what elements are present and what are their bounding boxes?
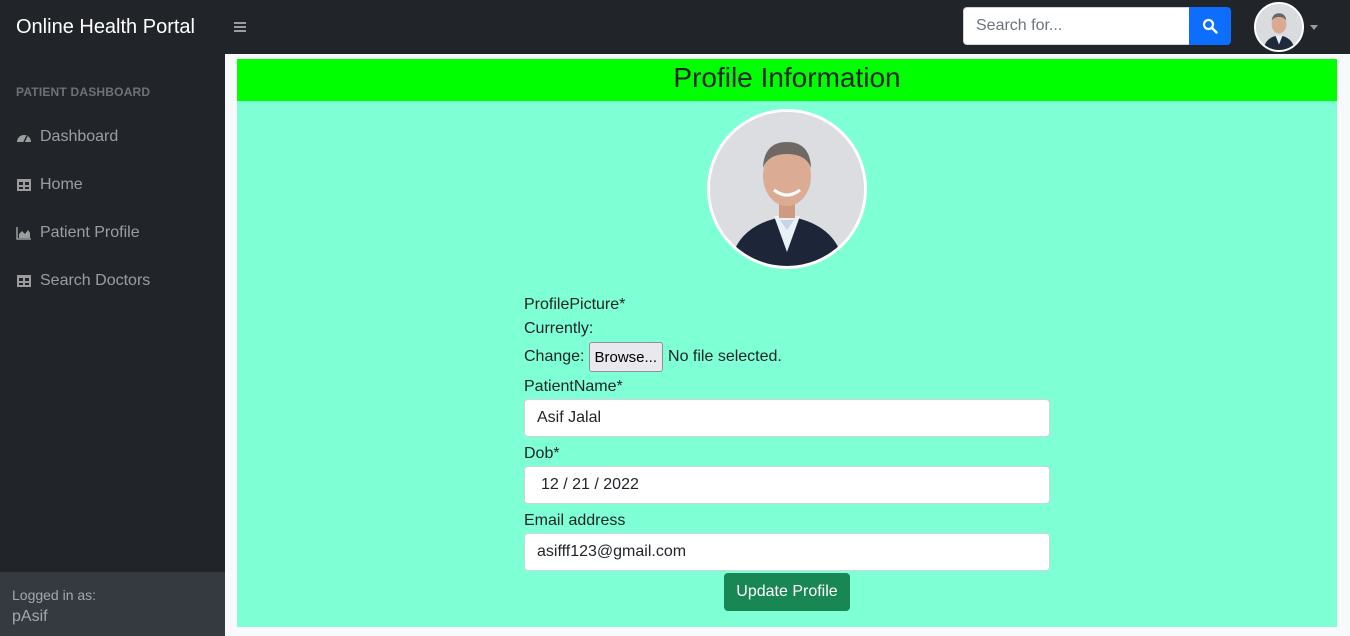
sidebar-item-label: Dashboard (40, 128, 119, 145)
no-file-text: No file selected. (668, 348, 782, 365)
area-chart-icon (16, 226, 32, 240)
email-field[interactable]: asifff123@gmail.com (524, 533, 1050, 571)
search-button[interactable] (1189, 7, 1231, 45)
sidebar-item-label: Patient Profile (40, 224, 140, 241)
sidebar-toggle-button[interactable] (225, 0, 255, 54)
profile-picture (707, 109, 867, 269)
top-navbar: Online Health Portal (0, 0, 1350, 54)
avatar (1254, 2, 1304, 52)
logged-in-username: pAsif (12, 608, 48, 625)
dob-label: Dob* (524, 445, 560, 462)
page-title: Profile Information (237, 59, 1337, 101)
file-change-row: Change: Browse... No file selected. (524, 342, 1050, 372)
table-icon (16, 178, 32, 192)
chevron-down-icon (1310, 24, 1318, 30)
currently-label: Currently: (524, 320, 594, 337)
profile-picture-label: ProfilePicture* (524, 296, 626, 313)
email-label: Email address (524, 512, 626, 529)
profile-form: ProfilePicture* Currently: Change: Brows… (524, 295, 1050, 578)
patient-name-label: PatientName* (524, 378, 623, 395)
browse-button[interactable]: Browse... (588, 342, 664, 372)
table-icon (16, 274, 32, 288)
sidebar-item-dashboard[interactable]: Dashboard (16, 128, 118, 146)
sidebar-item-search-doctors[interactable]: Search Doctors (16, 272, 150, 290)
user-menu-dropdown[interactable] (1254, 2, 1318, 52)
sidebar: PATIENT DASHBOARD Dashboard Home Patient… (0, 54, 225, 636)
search-form (963, 7, 1231, 45)
sidebar-item-patient-profile[interactable]: Patient Profile (16, 224, 140, 242)
brand-title[interactable]: Online Health Portal (0, 16, 225, 39)
profile-card: Profile Information ProfilePicture* Curr… (237, 59, 1337, 627)
tachometer-icon (16, 130, 32, 144)
search-icon (1202, 18, 1218, 34)
sidebar-footer: Logged in as: pAsif (0, 572, 225, 636)
dob-field[interactable]: 12 / 21 / 2022 (524, 466, 1050, 504)
change-label: Change: (524, 348, 585, 365)
search-input[interactable] (963, 7, 1189, 45)
update-profile-button[interactable]: Update Profile (724, 573, 850, 611)
sidebar-item-label: Search Doctors (40, 272, 151, 289)
sidebar-item-label: Home (40, 176, 83, 193)
patient-name-field[interactable]: Asif Jalal (524, 399, 1050, 437)
sidebar-heading: PATIENT DASHBOARD (16, 85, 151, 99)
sidebar-item-home[interactable]: Home (16, 176, 83, 194)
logged-in-label: Logged in as: (12, 587, 97, 603)
menu-icon (234, 22, 246, 32)
